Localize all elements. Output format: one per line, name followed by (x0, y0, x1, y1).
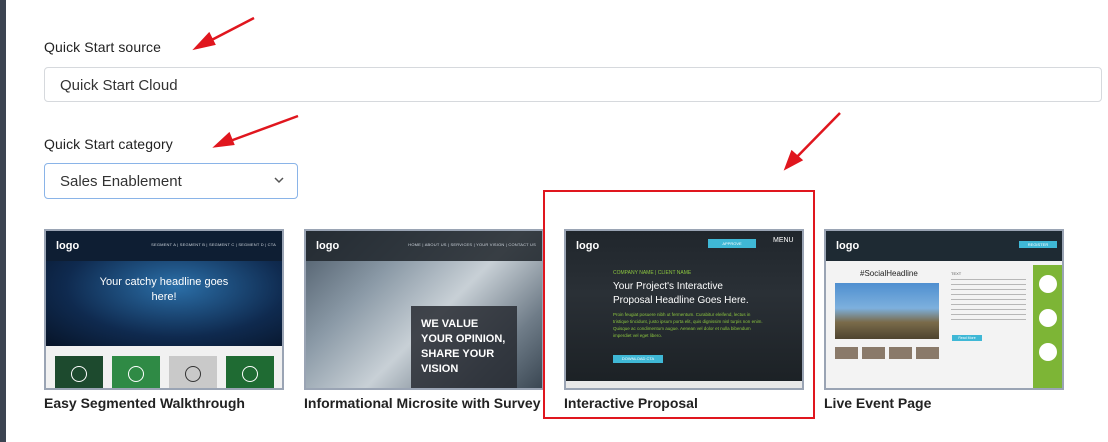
annotation-arrowhead-icon (192, 31, 216, 51)
annotation-arrowhead-icon (783, 149, 804, 171)
sidebar-icon (1039, 309, 1057, 327)
thumb-nav-items: HOME | ABOUT US | SERVICES | YOUR VISION… (408, 242, 536, 247)
sidebar-icon (1039, 275, 1057, 293)
thumb-headline: Your catchy headline goes here! (99, 276, 229, 303)
thumb-gallery (835, 347, 939, 359)
template-card-live-event-page[interactable]: logo REGISTER #SocialHeadline TEXT Read … (824, 229, 1064, 414)
annotation-arrow-icon (789, 112, 841, 165)
thumb-text-lines (951, 279, 1026, 321)
source-input[interactable]: Quick Start Cloud (44, 67, 1102, 102)
template-card-informational-microsite[interactable]: logo HOME | ABOUT US | SERVICES | YOUR V… (304, 229, 544, 414)
thumb-logo: logo (316, 240, 340, 252)
register-button: REGISTER (1019, 241, 1057, 248)
segment-tile (55, 356, 103, 388)
read-more-button: Read More (952, 335, 982, 341)
segment-tile (226, 356, 274, 388)
thumb-headline: WE VALUE YOUR OPINION, SHARE YOUR VISION (421, 318, 506, 375)
template-title: Easy Segmented Walkthrough (44, 395, 245, 411)
category-select-value: Sales Enablement (60, 173, 182, 190)
template-title: Live Event Page (824, 395, 932, 411)
chevron-down-icon (274, 177, 284, 184)
template-title: Informational Microsite with Survey (304, 395, 541, 411)
selection-highlight-box (543, 190, 815, 419)
thumb-logo: logo (56, 240, 80, 252)
thumb-nav-items: SEGMENT A | SEGMENT B | SEGMENT C | SEGM… (151, 242, 276, 247)
template-card-easy-segmented-walkthrough[interactable]: logo SEGMENT A | SEGMENT B | SEGMENT C |… (44, 229, 284, 414)
thumb-nav: logo SEGMENT A | SEGMENT B | SEGMENT C |… (46, 231, 282, 261)
thumb-nav: logo HOME | ABOUT US | SERVICES | YOUR V… (306, 231, 542, 261)
sidebar-icon (1039, 343, 1057, 361)
thumb-logo: logo (836, 240, 860, 252)
annotation-arrow-icon (221, 114, 299, 146)
segment-tile (169, 356, 217, 388)
category-label: Quick Start category (44, 136, 173, 152)
thumb-text-label: TEXT (951, 271, 962, 276)
thumb-nav: logo REGISTER (826, 231, 1062, 261)
category-select[interactable]: Sales Enablement (44, 163, 298, 199)
template-thumbnail[interactable]: logo REGISTER #SocialHeadline TEXT Read … (824, 229, 1064, 390)
thumb-headline: #SocialHeadline (860, 269, 918, 278)
annotation-arrowhead-icon (212, 131, 235, 148)
source-label: Quick Start source (44, 39, 161, 55)
annotation-arrow-icon (199, 16, 255, 48)
template-thumbnail[interactable]: logo SEGMENT A | SEGMENT B | SEGMENT C |… (44, 229, 284, 390)
segment-tile (112, 356, 160, 388)
video-thumbnail (835, 283, 939, 339)
left-edge-bar (0, 0, 6, 442)
template-thumbnail[interactable]: logo HOME | ABOUT US | SERVICES | YOUR V… (304, 229, 544, 390)
